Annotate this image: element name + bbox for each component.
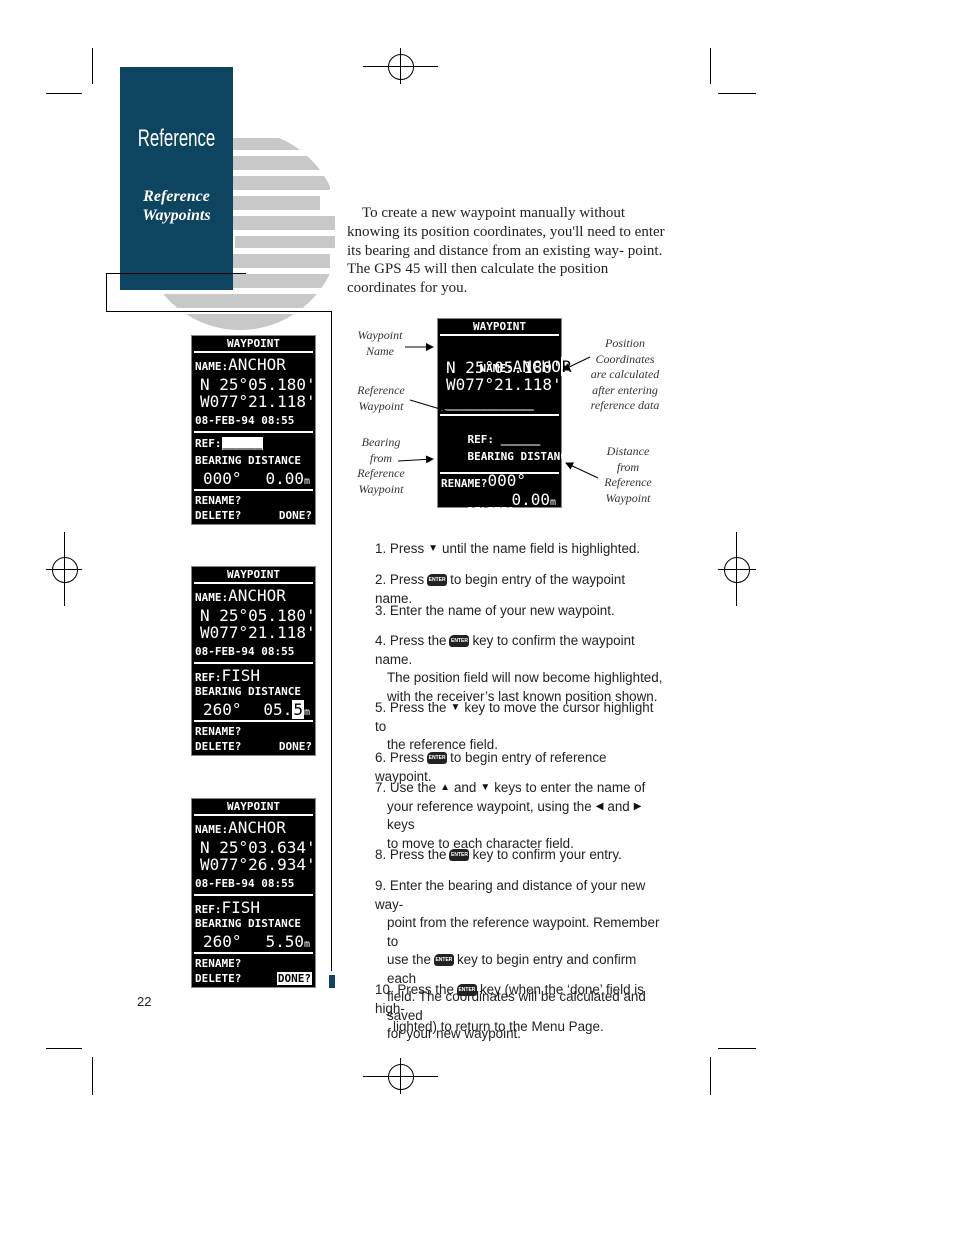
delete-option: DELETE? [195,509,242,522]
down-arrow-icon: ▼ [480,782,491,794]
ref-value: ______ [221,437,264,450]
longitude: W077°21.118' [200,392,316,411]
ref-value: FISH [221,898,261,917]
date-time: 08-FEB-94 08:55 [195,414,295,427]
waypoint-screen-1: WAYPOINT NAME:ANCHOR N 25°05.180' W077°2… [191,335,316,525]
enter-key-icon: ENTER [456,984,477,997]
done-option-highlighted: DONE? [276,972,312,985]
longitude: W077°21.118' [200,623,316,642]
rename-option: RENAME? [195,725,242,738]
step-7: 7. Use the ▲ and ▼ keys to enter the name of… [375,780,646,851]
enter-key-icon: ENTER [449,849,470,862]
distance-label: DISTANCE [247,917,301,930]
enter-key-icon: ENTER [427,574,448,587]
arrow-distance [565,462,599,479]
done-option: DONE? [278,509,312,522]
step-5: 5. Press the ▼ key to move the cursor high… [375,700,654,753]
up-arrow-icon: ▲ [440,782,450,794]
distance-value: 5.50 [265,932,304,951]
name-value: ANCHOR [228,586,286,605]
left-arrow-icon: ◀ [595,800,604,812]
name-label: NAME: [195,360,229,373]
date-time: 08-FEB-94 08:55 [195,645,295,658]
rename-option: RENAME? [195,494,242,507]
down-arrow-icon: ▼ [450,702,461,714]
enter-key-icon: ENTER [433,954,454,967]
step-10: 10. Press the ENTER key (when the ‘done’ f… [375,982,644,1034]
delete-option: DELETE? [195,972,242,985]
arrow-bearing [397,455,434,464]
screen-title: WAYPOINT [227,337,280,350]
distance-value: 0.00 [265,469,304,488]
date-time: 08-FEB-94 08:55 [195,877,295,890]
distance-unit: m [303,939,310,950]
name-value: ANCHOR [228,355,286,374]
rename-option: RENAME? [195,957,242,970]
bearing-value: 260° [203,700,242,719]
bearing-value: 000° [203,469,242,488]
ref-value: FISH [221,666,261,685]
name-label: NAME: [195,591,229,604]
bearing-label: BEARING [195,454,242,467]
name-value: ANCHOR [228,818,286,837]
page-number: 22 [137,994,152,1009]
distance-value: 05. [263,700,293,719]
ref-label: REF: [195,437,222,450]
distance-unit: m [303,707,310,718]
screen-title: WAYPOINT [227,568,280,581]
ref-label: REF: [195,903,222,916]
screen-title: WAYPOINT [227,800,280,813]
longitude: W077°26.934' [200,855,316,874]
arrow-position [562,356,591,371]
distance-label: DISTANCE [247,454,301,467]
delete-option: DELETE? [195,740,242,753]
distance-label: DISTANCE [247,685,301,698]
bearing-value: 260° [203,932,242,951]
step-8: 8. Press the ENTER key to confirm your ent… [375,847,622,862]
step-3: 3. Enter the name of your new waypoint. [375,603,615,618]
step-1: 1. Press ▼ until the name field is highlig… [375,540,665,559]
enter-key-icon: ENTER [449,635,470,648]
pointer-reference-waypoint [409,399,451,413]
distance-unit: m [303,476,310,487]
bearing-label: BEARING [195,685,242,698]
down-arrow-icon: ▼ [428,543,439,555]
name-label: NAME: [195,823,229,836]
waypoint-screen-2: WAYPOINT NAME:ANCHOR N 25°05.180' W077°2… [191,566,316,756]
right-arrow-icon: ▶ [633,800,642,812]
step-4: 4. Press the ENTER key to confirm the wayp… [375,633,663,704]
bearing-label: BEARING [195,917,242,930]
enter-key-icon: ENTER [427,752,448,765]
done-option: DONE? [278,740,312,753]
ref-label: REF: [195,671,222,684]
waypoint-screen-3: WAYPOINT NAME:ANCHOR N 25°03.634' W077°2… [191,798,316,988]
distance-cursor: 5 [292,700,304,719]
